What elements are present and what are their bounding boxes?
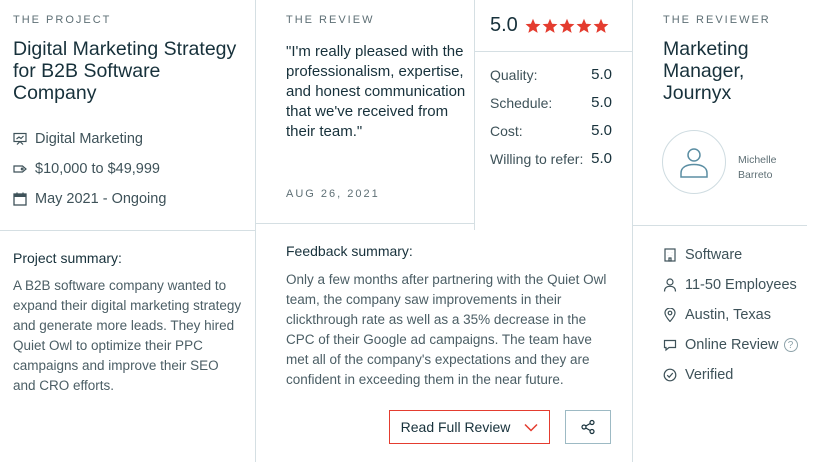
budget-row: $10,000 to $49,999 xyxy=(13,161,160,177)
review-date: AUG 26, 2021 xyxy=(286,188,380,200)
verified-row: Verified xyxy=(663,367,733,383)
location-pin-icon xyxy=(664,308,676,322)
presentation-icon xyxy=(13,132,27,145)
reviewer-eyebrow: THE REVIEWER xyxy=(663,14,771,26)
read-full-review-label: Read Full Review xyxy=(400,419,511,435)
company-size-label: 11-50 Employees xyxy=(685,277,797,293)
location-row: Austin, Texas xyxy=(663,307,771,323)
reviewer-name: Michelle Barreto xyxy=(738,154,777,181)
divider xyxy=(474,51,632,52)
rating-value: 5.0 xyxy=(591,122,612,139)
reviewer-title: Marketing Manager, Journyx xyxy=(663,38,749,104)
review-type-label: Online Review xyxy=(685,337,779,353)
project-summary-label: Project summary: xyxy=(13,250,122,266)
review-eyebrow: THE REVIEW xyxy=(286,14,375,26)
rating-willing-to-refer: Willing to refer: 5.0 xyxy=(490,150,614,167)
read-full-review-button[interactable]: Read Full Review xyxy=(389,410,550,444)
divider xyxy=(632,0,633,462)
review-type-row: Online Review ? xyxy=(663,337,798,353)
star-icon xyxy=(559,18,575,33)
overall-score: 5.0 xyxy=(490,14,518,36)
industry-label: Software xyxy=(685,247,743,263)
share-icon xyxy=(581,419,595,435)
avatar xyxy=(662,130,726,194)
timeline-row: May 2021 - Ongoing xyxy=(13,191,166,207)
overall-rating: 5.0 xyxy=(490,14,610,37)
divider xyxy=(0,230,255,231)
rating-label: Quality: xyxy=(490,67,538,83)
user-icon xyxy=(663,278,677,292)
divider xyxy=(255,0,256,462)
star-icon xyxy=(576,18,592,33)
budget-label: $10,000 to $49,999 xyxy=(35,161,160,177)
rating-value: 5.0 xyxy=(591,66,612,83)
chat-bubble-icon xyxy=(663,339,677,352)
chevron-down-icon xyxy=(524,423,538,432)
timeline-label: May 2021 - Ongoing xyxy=(35,191,167,207)
user-icon xyxy=(680,148,708,178)
project-eyebrow: THE PROJECT xyxy=(13,14,112,26)
divider xyxy=(255,223,474,224)
building-icon xyxy=(664,248,676,262)
star-icon xyxy=(525,18,541,33)
rating-label: Schedule: xyxy=(490,95,553,111)
check-circle-icon xyxy=(663,368,677,382)
calendar-icon xyxy=(13,192,27,206)
rating-value: 5.0 xyxy=(591,94,612,111)
divider xyxy=(632,225,807,226)
star-icon xyxy=(542,18,558,33)
location-label: Austin, Texas xyxy=(685,307,771,323)
price-tag-icon xyxy=(13,165,27,173)
rating-value: 5.0 xyxy=(591,150,612,167)
feedback-summary-label: Feedback summary: xyxy=(286,243,413,259)
divider xyxy=(474,0,475,230)
help-icon[interactable]: ? xyxy=(783,338,798,352)
rating-label: Willing to refer: xyxy=(490,151,584,167)
rating-label: Cost: xyxy=(490,123,523,139)
feedback-summary-text: Only a few months after partnering with … xyxy=(286,272,607,387)
rating-cost: Cost: 5.0 xyxy=(490,122,614,139)
industry-row: Software xyxy=(663,247,742,263)
rating-quality: Quality: 5.0 xyxy=(490,66,614,83)
verified-label: Verified xyxy=(685,367,734,383)
rating-schedule: Schedule: 5.0 xyxy=(490,94,614,111)
project-summary-text: A B2B software company wanted to expand … xyxy=(13,278,242,393)
project-title: Digital Marketing Strategy for B2B Softw… xyxy=(13,38,237,104)
company-size-row: 11-50 Employees xyxy=(663,277,797,293)
service-row: Digital Marketing xyxy=(13,131,143,147)
review-quote: "I'm really pleased with the professiona… xyxy=(286,43,466,140)
star-icon xyxy=(593,18,609,33)
share-button[interactable] xyxy=(565,410,611,444)
service-label: Digital Marketing xyxy=(35,131,143,147)
